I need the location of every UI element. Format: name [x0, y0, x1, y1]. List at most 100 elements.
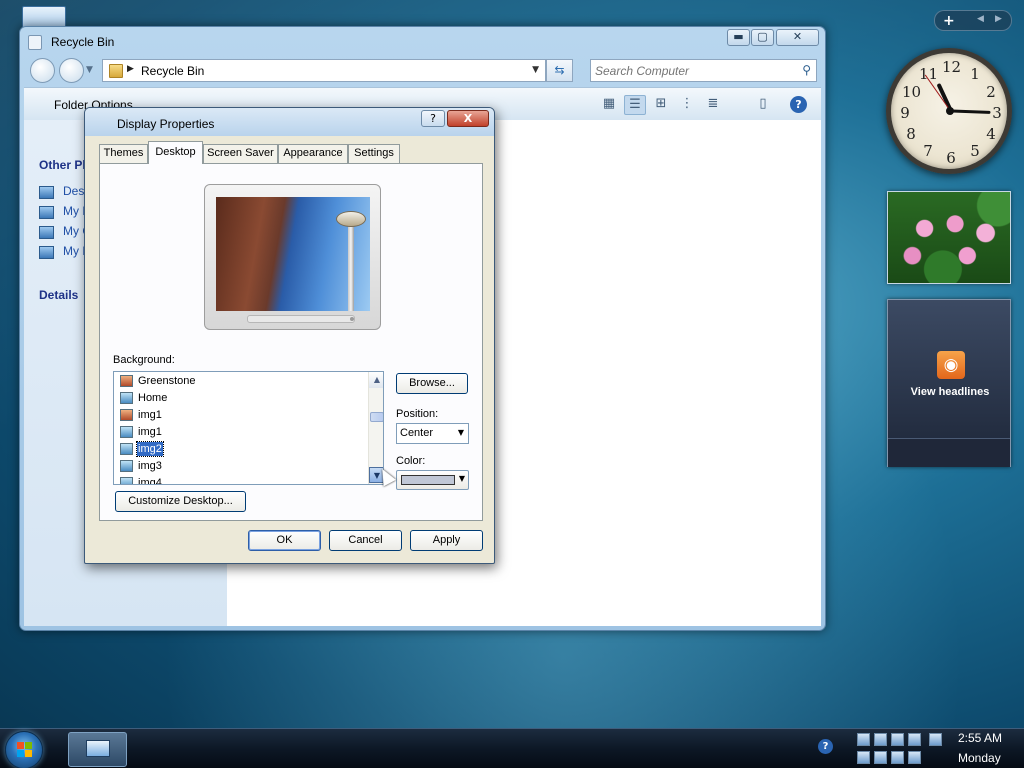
space-needle-stem	[348, 225, 354, 311]
slideshow-gadget[interactable]	[887, 191, 1011, 284]
address-dropdown-icon[interactable]: ▼	[532, 65, 539, 75]
start-button[interactable]	[5, 731, 43, 768]
list-item-label: img1	[138, 409, 162, 421]
clock-number: 12	[942, 58, 962, 76]
desktop-tab-page: Background: Greenstone Home img1 img1 im…	[99, 163, 483, 521]
display-tray-icon[interactable]	[891, 751, 904, 764]
previous-page-icon[interactable]: ◀	[977, 14, 984, 24]
dialog-title: Display Properties	[117, 117, 215, 131]
image-file-icon	[120, 477, 133, 484]
clock-number: 2	[986, 83, 996, 101]
dialog-titlebar[interactable]: Display Properties ? X	[85, 108, 494, 136]
list-item-label: img2	[136, 441, 164, 457]
image-file-icon	[120, 426, 133, 438]
search-input[interactable]	[591, 60, 791, 81]
ok-button[interactable]: OK	[248, 530, 321, 551]
next-page-icon[interactable]: ▶	[995, 14, 1002, 24]
details-view-icon[interactable]: ☰	[624, 95, 646, 115]
color-label: Color:	[396, 455, 426, 467]
chevron-down-icon[interactable]: ▼	[459, 474, 465, 483]
dialog-help-button[interactable]: ?	[421, 110, 445, 127]
address-text[interactable]: Recycle Bin	[141, 64, 204, 78]
list-view-icon[interactable]: ⋮	[676, 95, 698, 115]
clock-center-pin	[946, 107, 954, 115]
list-scrollbar[interactable]: ▲ ▼	[368, 372, 383, 484]
tab-screen-saver[interactable]: Screen Saver	[203, 144, 278, 163]
volume-tray-icon[interactable]	[908, 733, 921, 746]
tray-icon[interactable]	[857, 751, 870, 764]
position-value: Center	[400, 427, 434, 439]
customize-desktop-button[interactable]: Customize Desktop...	[115, 491, 246, 512]
my-computer-icon	[39, 226, 54, 239]
close-button[interactable]: ✕	[776, 29, 819, 46]
tab-desktop[interactable]: Desktop	[148, 141, 203, 164]
monitor-tray-icon[interactable]	[891, 733, 904, 746]
image-file-icon	[120, 392, 133, 404]
taskbar-clock-time[interactable]: 2:55 AM	[958, 731, 1002, 745]
taskbar: ? 2:55 AM Monday	[0, 728, 1024, 768]
apply-button[interactable]: Apply	[410, 530, 483, 551]
desktop-icon	[39, 186, 54, 199]
chevron-down-icon[interactable]: ▼	[458, 428, 464, 437]
list-item-label: img3	[138, 460, 162, 472]
search-box[interactable]: ⚲	[590, 59, 817, 82]
view-headlines-link[interactable]: View headlines	[888, 386, 1012, 398]
preview-pane-icon[interactable]: ▯	[752, 95, 774, 115]
language-tray-icon[interactable]	[874, 751, 887, 764]
background-label: Background:	[113, 354, 175, 366]
breadcrumb-arrow-icon[interactable]: ▶	[127, 64, 134, 74]
search-icon[interactable]: ⚲	[802, 63, 811, 77]
rss-icon: ◉	[937, 351, 965, 379]
tiles-view-icon[interactable]: ⊞	[650, 95, 672, 115]
scroll-thumb[interactable]	[370, 412, 383, 422]
explorer-titlebar[interactable]: Recycle Bin ▬ ▢ ✕	[20, 27, 825, 55]
tab-settings[interactable]: Settings	[348, 144, 400, 163]
tab-appearance[interactable]: Appearance	[278, 144, 348, 163]
details-heading[interactable]: Details	[39, 288, 78, 302]
taskbar-display-properties-button[interactable]	[68, 732, 127, 767]
tab-themes[interactable]: Themes	[99, 144, 148, 163]
image-file-icon	[120, 443, 133, 455]
monitor-power-led	[350, 317, 354, 321]
clock-number: 5	[970, 142, 980, 160]
window-title: Recycle Bin	[51, 35, 115, 49]
search-tray-icon[interactable]	[908, 751, 921, 764]
clock-number: 10	[902, 83, 922, 101]
refresh-button[interactable]: ⇆	[546, 59, 573, 82]
background-list[interactable]: Greenstone Home img1 img1 img2 img3 img4…	[113, 371, 384, 485]
color-picker-button[interactable]: ▼	[396, 470, 469, 490]
update-tray-icon[interactable]	[929, 733, 942, 746]
content-view-icon[interactable]: ≣	[702, 95, 724, 115]
image-file-icon	[120, 460, 133, 472]
list-item-label: img1	[138, 426, 162, 438]
list-item-label: Home	[138, 392, 168, 404]
dialog-close-button[interactable]: X	[447, 110, 489, 127]
position-select[interactable]: Center ▼	[396, 423, 469, 444]
network-tray-icon[interactable]	[857, 733, 870, 746]
clock-minute-hand	[950, 109, 991, 114]
security-tray-icon[interactable]	[874, 733, 887, 746]
recent-pages-dropdown[interactable]: ▼	[86, 65, 93, 75]
clock-gadget[interactable]: 12 1 2 3 4 5 6 7 8 9 10 11	[886, 48, 1012, 174]
taskbar-clock-day[interactable]: Monday	[958, 751, 1001, 765]
my-network-icon	[39, 246, 54, 259]
address-bar[interactable]: ▶ Recycle Bin ▼	[102, 59, 546, 82]
scroll-up-arrow-icon[interactable]: ▲	[369, 372, 383, 388]
back-button[interactable]	[30, 58, 55, 83]
help-icon[interactable]: ?	[818, 739, 833, 754]
clock-number: 6	[946, 149, 956, 167]
minimize-button[interactable]: ▬	[727, 29, 750, 46]
position-label: Position:	[396, 408, 439, 420]
extra-large-icons-view-icon[interactable]: ▦	[598, 95, 620, 115]
feed-headlines-gadget[interactable]: ◉ View headlines	[887, 299, 1011, 467]
space-needle-top	[336, 211, 366, 227]
add-gadget-button[interactable]: +	[943, 12, 955, 30]
browse-button[interactable]: Browse...	[396, 373, 468, 394]
cancel-button[interactable]: Cancel	[329, 530, 402, 551]
maximize-button[interactable]: ▢	[751, 29, 774, 46]
address-row: ▼ ▶ Recycle Bin ▼ ⇆ ⚲	[20, 57, 825, 85]
clock-number: 8	[906, 125, 916, 143]
folder-icon	[109, 64, 123, 78]
help-icon[interactable]: ?	[790, 96, 807, 113]
forward-button[interactable]	[59, 58, 84, 83]
